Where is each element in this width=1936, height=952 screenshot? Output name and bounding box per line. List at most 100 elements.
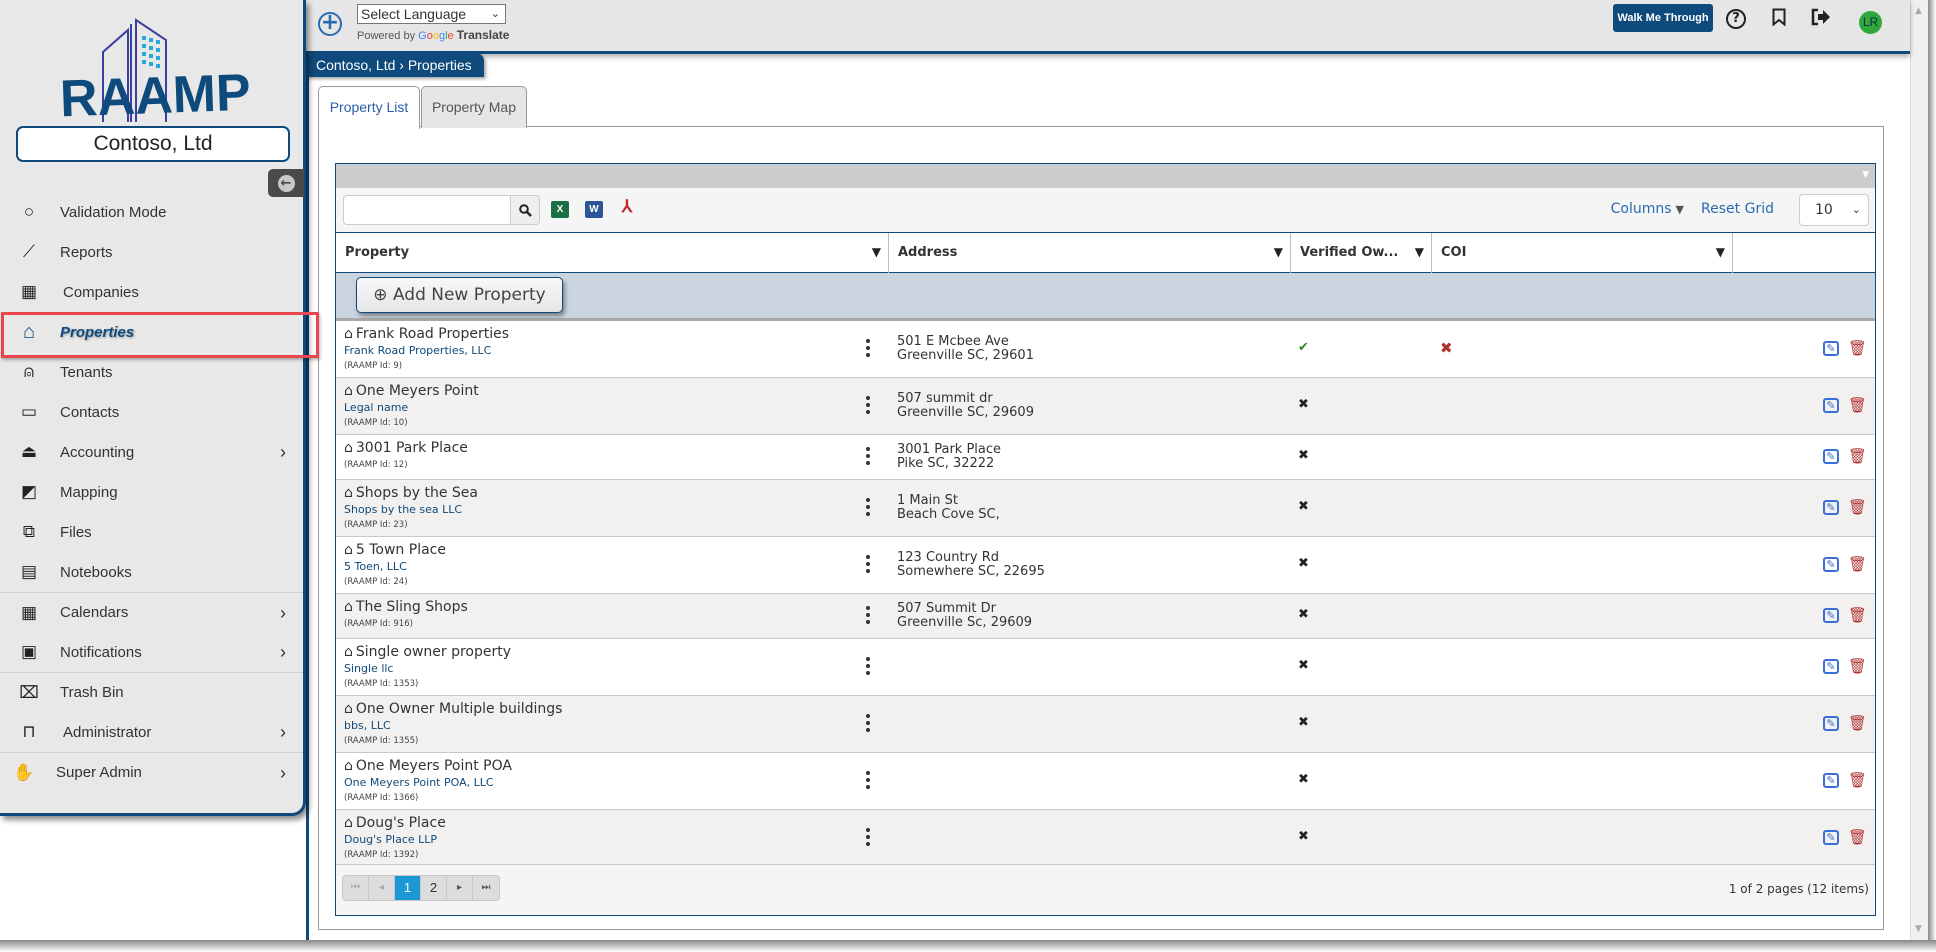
- table-row[interactable]: ⌂ The Sling Shops (RAAMP Id: 916) 507 Summi…: [336, 594, 1875, 639]
- add-circle-icon[interactable]: +: [318, 12, 342, 36]
- row-menu-kebab-icon[interactable]: [863, 396, 873, 417]
- delete-trash-icon[interactable]: 🗑: [1848, 714, 1867, 732]
- pager-prev-button[interactable]: ◂: [369, 876, 395, 900]
- edit-icon[interactable]: ✎: [1823, 608, 1839, 623]
- edit-icon[interactable]: ✎: [1823, 716, 1839, 731]
- row-menu-kebab-icon[interactable]: [863, 657, 873, 678]
- row-menu-kebab-icon[interactable]: [863, 555, 873, 576]
- edit-icon[interactable]: ✎: [1823, 398, 1839, 413]
- delete-trash-icon[interactable]: 🗑: [1848, 657, 1867, 675]
- pager-first-button[interactable]: ⏮: [343, 876, 369, 900]
- table-row[interactable]: ⌂ Frank Road Properties Frank Road Propert…: [336, 321, 1875, 378]
- reset-grid-link[interactable]: Reset Grid: [1701, 201, 1774, 217]
- edit-icon[interactable]: ✎: [1823, 341, 1839, 356]
- edit-icon[interactable]: ✎: [1823, 830, 1839, 845]
- pager-next-button[interactable]: ▸: [447, 876, 473, 900]
- pager-page-1[interactable]: 1: [395, 876, 421, 900]
- add-new-property-button[interactable]: ⊕ Add New Property: [356, 277, 563, 313]
- delete-trash-icon[interactable]: 🗑: [1848, 771, 1867, 789]
- sidebar-item-files[interactable]: ⧉ Files: [0, 512, 303, 552]
- delete-trash-icon[interactable]: 🗑: [1848, 396, 1867, 414]
- column-header-verified-owner[interactable]: Verified Ow... ▼: [1291, 233, 1432, 273]
- sidebar-item-notifications[interactable]: ▣ Notifications ›: [0, 632, 303, 672]
- row-menu-kebab-icon[interactable]: [863, 828, 873, 849]
- filter-icon[interactable]: ▼: [872, 233, 881, 272]
- property-name[interactable]: ⌂ One Meyers Point POA: [344, 758, 512, 774]
- sidebar-item-tenants[interactable]: ⍝ Tenants: [0, 352, 303, 392]
- table-row[interactable]: ⌂ Shops by the Sea Shops by the sea LLC (RA…: [336, 480, 1875, 537]
- delete-trash-icon[interactable]: 🗑: [1848, 447, 1867, 465]
- delete-trash-icon[interactable]: 🗑: [1848, 555, 1867, 573]
- delete-trash-icon[interactable]: 🗑: [1848, 339, 1867, 357]
- sidebar-item-properties[interactable]: ⌂ Properties: [0, 312, 303, 352]
- tab-property-map[interactable]: Property Map: [421, 86, 527, 128]
- sidebar-item-super-admin[interactable]: ✋ Super Admin ›: [0, 752, 303, 792]
- language-select[interactable]: Select Language ⌄: [357, 4, 506, 24]
- row-menu-kebab-icon[interactable]: [863, 498, 873, 519]
- company-name[interactable]: Contoso, Ltd: [16, 126, 290, 162]
- property-name[interactable]: ⌂ Frank Road Properties: [344, 326, 509, 342]
- column-header-address[interactable]: Address ▼: [889, 233, 1291, 273]
- edit-icon[interactable]: ✎: [1823, 557, 1839, 572]
- property-name[interactable]: ⌂ Doug's Place: [344, 815, 446, 831]
- filter-icon[interactable]: ▼: [1415, 233, 1424, 272]
- row-menu-kebab-icon[interactable]: [863, 714, 873, 735]
- export-excel-icon[interactable]: X: [551, 201, 569, 218]
- sidebar-item-mapping[interactable]: ◩ Mapping: [0, 472, 303, 512]
- filter-icon[interactable]: ▼: [1274, 233, 1283, 272]
- delete-trash-icon[interactable]: 🗑: [1848, 828, 1867, 846]
- sidebar-item-notebooks[interactable]: ▤ Notebooks: [0, 552, 303, 592]
- tab-property-list[interactable]: Property List: [318, 86, 420, 129]
- page-size-select[interactable]: 10 ⌄: [1799, 194, 1869, 226]
- grid-search-input[interactable]: [343, 195, 511, 225]
- export-pdf-icon[interactable]: ⅄: [618, 198, 636, 215]
- search-button[interactable]: [511, 195, 540, 225]
- sidebar-item-validation-mode[interactable]: ○ Validation Mode: [0, 192, 303, 232]
- row-menu-kebab-icon[interactable]: [863, 771, 873, 792]
- delete-trash-icon[interactable]: 🗑: [1848, 606, 1867, 624]
- edit-icon[interactable]: ✎: [1823, 773, 1839, 788]
- property-name[interactable]: ⌂ 5 Town Place: [344, 542, 446, 558]
- user-avatar[interactable]: LR: [1859, 11, 1882, 34]
- logout-icon[interactable]: [1810, 8, 1832, 31]
- edit-icon[interactable]: ✎: [1823, 449, 1839, 464]
- export-word-icon[interactable]: W: [585, 201, 603, 218]
- walk-me-through-button[interactable]: Walk Me Through: [1613, 4, 1713, 32]
- sidebar-item-contacts[interactable]: ▭ Contacts: [0, 392, 303, 432]
- row-menu-kebab-icon[interactable]: [863, 339, 873, 360]
- property-name[interactable]: ⌂ One Owner Multiple buildings: [344, 701, 562, 717]
- scroll-up-icon[interactable]: ▲: [1915, 6, 1922, 16]
- column-header-property[interactable]: Property ▼: [336, 233, 889, 273]
- table-row[interactable]: ⌂ One Owner Multiple buildings bbs, LLC (RA…: [336, 696, 1875, 753]
- property-name[interactable]: ⌂ The Sling Shops: [344, 599, 468, 615]
- table-row[interactable]: ⌂ Doug's Place Doug's Place LLP (RAAMP Id: …: [336, 810, 1875, 867]
- page-scrollbar[interactable]: ▲ ▼: [1910, 0, 1928, 940]
- sidebar-item-reports[interactable]: ⟋ Reports: [0, 232, 303, 272]
- sidebar-item-trash-bin[interactable]: ⌧ Trash Bin: [0, 672, 303, 712]
- filter-icon[interactable]: ▼: [1716, 233, 1725, 272]
- property-name[interactable]: ⌂ 3001 Park Place: [344, 440, 468, 456]
- sidebar-item-accounting[interactable]: ⏏ Accounting ›: [0, 432, 303, 472]
- edit-icon[interactable]: ✎: [1823, 659, 1839, 674]
- table-row[interactable]: ⌂ One Meyers Point POA One Meyers Point PO…: [336, 753, 1875, 810]
- property-name[interactable]: ⌂ Single owner property: [344, 644, 511, 660]
- scroll-down-icon[interactable]: ▼: [1915, 924, 1922, 934]
- table-row[interactable]: ⌂ 5 Town Place 5 Toen, LLC (RAAMP Id: 24) 12…: [336, 537, 1875, 594]
- pager-page-2[interactable]: 2: [421, 876, 447, 900]
- edit-icon[interactable]: ✎: [1823, 500, 1839, 515]
- property-name[interactable]: ⌂ Shops by the Sea: [344, 485, 478, 501]
- pager-last-button[interactable]: ⏭: [473, 876, 499, 900]
- sidebar-item-companies[interactable]: ▦ Companies: [0, 272, 303, 312]
- sidebar-item-calendars[interactable]: ▦ Calendars ›: [0, 592, 303, 632]
- row-menu-kebab-icon[interactable]: [863, 447, 873, 468]
- delete-trash-icon[interactable]: 🗑: [1848, 498, 1867, 516]
- row-menu-kebab-icon[interactable]: [863, 606, 873, 627]
- sidebar-item-administrator[interactable]: ⊓ Administrator ›: [0, 712, 303, 752]
- table-row[interactable]: ⌂ One Meyers Point Legal name (RAAMP Id: 10…: [336, 378, 1875, 435]
- column-header-coi[interactable]: COI ▼: [1432, 233, 1733, 273]
- bookmark-icon[interactable]: [1768, 8, 1790, 31]
- property-name[interactable]: ⌂ One Meyers Point: [344, 383, 479, 399]
- columns-dropdown[interactable]: Columns ▼: [1611, 201, 1684, 217]
- help-icon[interactable]: ?: [1726, 9, 1746, 29]
- table-row[interactable]: ⌂ Single owner property Single llc (RAAMP I…: [336, 639, 1875, 696]
